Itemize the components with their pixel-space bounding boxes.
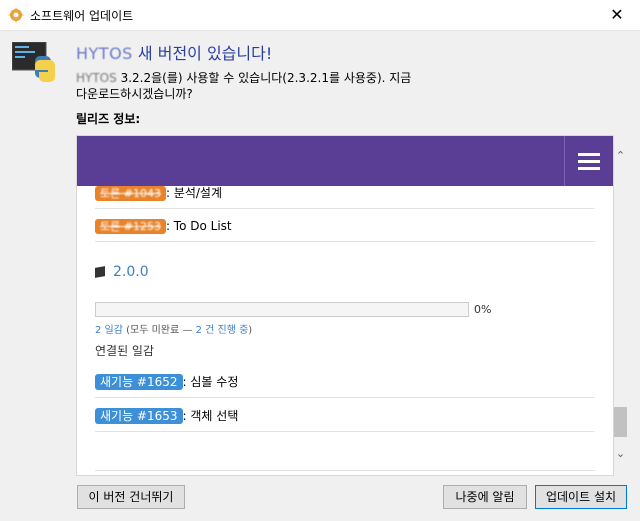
package-icon — [95, 266, 105, 278]
scroll-up-icon[interactable]: ⌃ — [612, 147, 629, 164]
issue-stats: 2 일감 (모두 미완료 — 2 건 진행 중) — [95, 325, 253, 336]
divider — [95, 241, 595, 242]
close-button[interactable]: ✕ — [594, 0, 640, 30]
release-notes-view[interactable]: 토론 #1043: 분석/설계 토론 #1253: To Do List 2.0… — [76, 135, 614, 476]
scroll-thumb[interactable] — [614, 407, 627, 437]
desc-app-name: HYTOS — [76, 71, 117, 85]
list-item: 새기능 #1653: 객체 선택 — [95, 407, 595, 424]
skip-version-button[interactable]: 이 버전 건너뛰기 — [77, 485, 185, 509]
release-notes-label: 릴리즈 정보: — [76, 112, 141, 126]
menu-icon[interactable] — [564, 136, 613, 186]
version-progress-bar — [95, 302, 469, 317]
divider — [95, 208, 595, 209]
linked-issues-title: 연결된 일감 — [95, 344, 155, 358]
close-icon: ✕ — [610, 5, 624, 24]
scroll-down-icon[interactable]: ⌄ — [612, 445, 629, 462]
divider — [95, 397, 595, 398]
update-headline: HYTOS 새 버전이 있습니다! — [76, 40, 272, 64]
update-description: HYTOS 3.2.2을(를) 사용할 수 있습니다(2.3.2.1를 사용중)… — [76, 70, 416, 102]
gear-icon — [8, 7, 24, 23]
issue-title: : To Do List — [165, 219, 232, 233]
progress-percent: 0% — [474, 303, 492, 316]
title-bar: 소프트웨어 업데이트 ✕ — [0, 0, 640, 31]
list-item: 새기능 #1652: 심볼 수정 — [95, 373, 595, 390]
issues-link[interactable]: 2 일감 — [95, 325, 123, 336]
in-progress-link[interactable]: 2 건 진행 중 — [196, 325, 249, 336]
divider — [95, 431, 595, 432]
feature-tag[interactable]: 새기능 #1652 — [95, 374, 183, 390]
issue-title: : 분석/설계 — [165, 186, 223, 200]
headline-text: 새 버전이 있습니다! — [132, 44, 273, 63]
remind-later-button[interactable]: 나중에 알림 — [443, 485, 527, 509]
feature-title: : 심볼 수정 — [182, 375, 239, 389]
feature-tag[interactable]: 새기능 #1653 — [95, 408, 183, 424]
install-update-button[interactable]: 업데이트 설치 — [535, 485, 627, 509]
version-number: 2.0.0 — [113, 264, 149, 280]
vertical-scrollbar[interactable]: ⌃ ⌄ — [612, 135, 629, 474]
notes-header-bar — [77, 136, 613, 186]
issue-tag[interactable]: 토론 #1043 — [95, 186, 166, 201]
window-title: 소프트웨어 업데이트 — [30, 9, 134, 23]
python-logo-icon — [12, 42, 55, 82]
feature-title: : 객체 선택 — [182, 409, 239, 423]
notes-content: 토론 #1043: 분석/설계 토론 #1253: To Do List 2.0… — [77, 186, 613, 475]
list-item: 토론 #1253: To Do List — [95, 218, 595, 234]
divider — [95, 470, 595, 471]
app-name: HYTOS — [76, 44, 133, 63]
version-heading[interactable]: 2.0.0 — [95, 264, 149, 280]
desc-text: 3.2.2을(를) 사용할 수 있습니다(2.3.2.1를 사용중). 지금 다… — [76, 71, 412, 101]
issue-tag[interactable]: 토론 #1253 — [95, 219, 166, 234]
list-item: 토론 #1043: 분석/설계 — [95, 184, 595, 201]
